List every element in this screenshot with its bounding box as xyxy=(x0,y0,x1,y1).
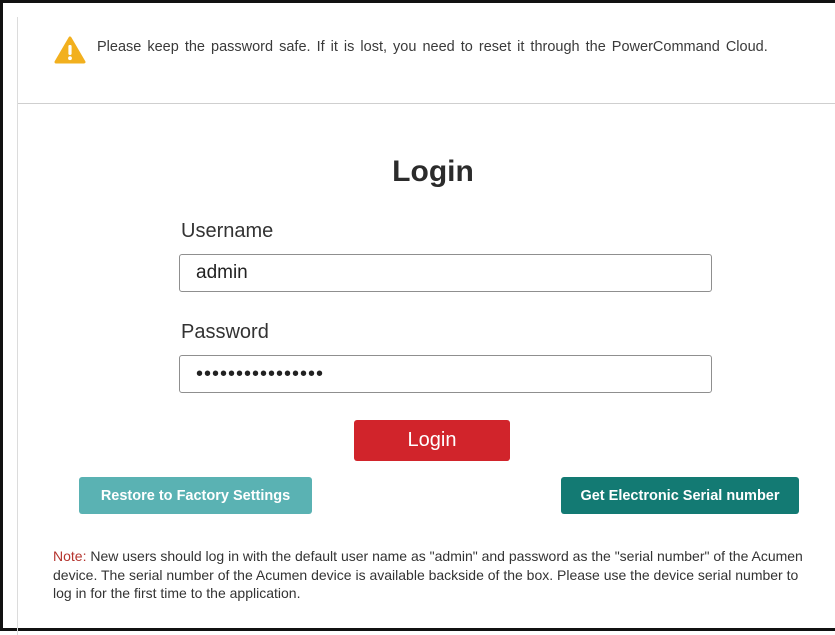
login-button[interactable]: Login xyxy=(354,420,510,461)
app-window: Please keep the password safe. If it is … xyxy=(0,0,835,635)
restore-factory-settings-button[interactable]: Restore to Factory Settings xyxy=(79,477,312,514)
default-login-note: Note: New users should log in with the d… xyxy=(53,547,818,603)
note-label: Note: xyxy=(53,548,87,564)
note-text: New users should log in with the default… xyxy=(53,548,803,601)
login-heading: Login xyxy=(392,155,474,188)
password-warning-banner: Please keep the password safe. If it is … xyxy=(18,23,835,104)
warning-triangle-icon xyxy=(54,36,86,64)
content-border xyxy=(17,17,18,635)
password-label: Password xyxy=(181,321,269,343)
username-label: Username xyxy=(181,220,274,242)
username-input[interactable] xyxy=(179,254,712,292)
password-input[interactable] xyxy=(179,355,712,393)
warning-message: Please keep the password safe. If it is … xyxy=(97,39,768,55)
get-serial-number-button[interactable]: Get Electronic Serial number xyxy=(561,477,799,514)
